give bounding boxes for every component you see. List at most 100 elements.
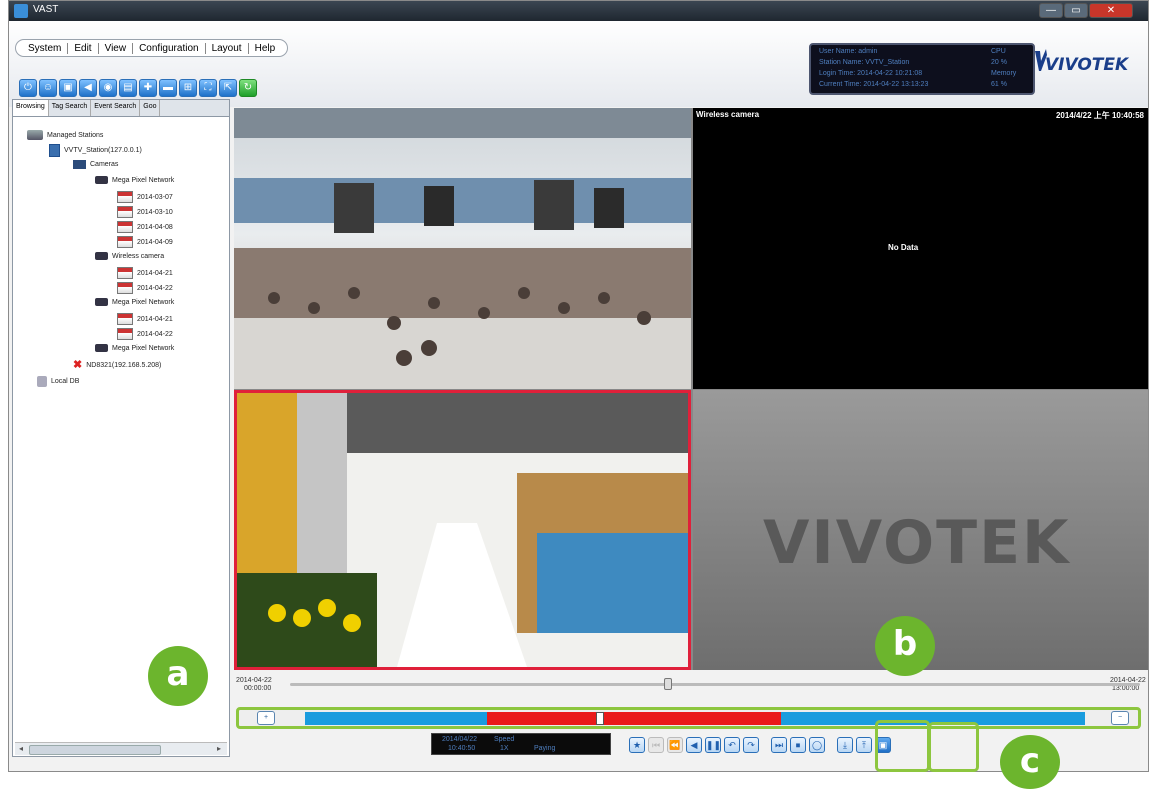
tree-clip[interactable]: 2014-04-22 bbox=[117, 282, 173, 294]
tree-camera-4[interactable]: Mega Pixel Network bbox=[95, 344, 174, 352]
tree-station[interactable]: VVTV_Station(127.0.0.1) bbox=[49, 144, 142, 157]
airport-scene-image bbox=[234, 108, 691, 389]
stop-icon[interactable]: ⏹ bbox=[790, 737, 806, 753]
tab-event-search[interactable]: Event Search bbox=[91, 100, 141, 116]
tree-label: 2014-03-07 bbox=[137, 193, 173, 201]
tree-clip[interactable]: 2014-03-10 bbox=[117, 206, 173, 218]
user-icon[interactable]: ☺ bbox=[39, 79, 57, 97]
scroll-thumb[interactable] bbox=[29, 745, 161, 755]
video-tile-wireless-camera[interactable]: Wireless camera 2014/4/22 上午 10:40:58 No… bbox=[693, 108, 1148, 389]
power-icon[interactable]: ⏻ bbox=[19, 79, 37, 97]
fullscreen-icon[interactable]: ⛶ bbox=[199, 79, 217, 97]
fast-icon[interactable]: ↷ bbox=[743, 737, 759, 753]
tree-label: Local DB bbox=[51, 378, 80, 385]
slider-knob[interactable] bbox=[664, 678, 672, 690]
clip-icon bbox=[117, 282, 133, 294]
refresh-icon[interactable]: ↻ bbox=[239, 79, 257, 97]
horizontal-scrollbar[interactable]: ◂ ▸ bbox=[15, 742, 227, 755]
tree-camera-3[interactable]: Mega Pixel Network bbox=[95, 298, 174, 306]
playback-cursor[interactable] bbox=[596, 712, 604, 725]
pause-icon[interactable]: ❚❚ bbox=[705, 737, 721, 753]
bookmark-star-icon[interactable]: ★ bbox=[629, 737, 645, 753]
database-icon bbox=[37, 376, 47, 387]
menu-configuration[interactable]: Configuration bbox=[133, 42, 206, 54]
sync-icon[interactable]: ◯ bbox=[809, 737, 825, 753]
tree-clip[interactable]: 2014-04-21 bbox=[117, 313, 173, 325]
status-station: Station Name: VVTV_Station bbox=[819, 59, 910, 66]
callout-b: b bbox=[875, 616, 935, 676]
zoom-out-button[interactable]: − bbox=[1111, 711, 1129, 725]
left-tabs: Browsing Tag Search Event Search Goo bbox=[13, 100, 229, 117]
print-icon[interactable]: ▤ bbox=[119, 79, 137, 97]
tree-clip[interactable]: 2014-03-07 bbox=[117, 191, 173, 203]
callout-b-label: b bbox=[892, 624, 918, 664]
tree-managed-stations[interactable]: Managed Stations bbox=[27, 130, 103, 140]
camera-icon bbox=[95, 176, 108, 184]
tab-browsing[interactable]: Browsing bbox=[13, 100, 49, 116]
export-icon[interactable]: ⇱ bbox=[219, 79, 237, 97]
close-button[interactable]: ✕ bbox=[1089, 3, 1133, 18]
next-frame-icon[interactable]: ⏭ bbox=[771, 737, 787, 753]
station-icon bbox=[27, 130, 43, 140]
tree-clip[interactable]: 2014-04-22 bbox=[117, 328, 173, 340]
menu-view[interactable]: View bbox=[99, 42, 134, 54]
zoom-in-button[interactable]: + bbox=[257, 711, 275, 725]
mark-start-icon[interactable]: ⤓ bbox=[837, 737, 853, 753]
callout-c: c bbox=[1000, 735, 1060, 789]
tree-label: Cameras bbox=[90, 161, 119, 168]
lock-icon[interactable]: ▣ bbox=[59, 79, 77, 97]
tree-clip[interactable]: 2014-04-21 bbox=[117, 267, 173, 279]
pin-icon[interactable]: ✚ bbox=[139, 79, 157, 97]
previous-frame-icon: ⏪ bbox=[667, 737, 683, 753]
tree-camera-1[interactable]: Mega Pixel Network bbox=[95, 176, 174, 184]
tree-clip[interactable]: 2014-04-09 bbox=[117, 236, 173, 248]
clip-icon bbox=[117, 267, 133, 279]
tree-label: 2014-04-21 bbox=[137, 315, 173, 323]
camera-icon bbox=[95, 298, 108, 306]
tree-clip[interactable]: 2014-04-08 bbox=[117, 221, 173, 233]
status-login-time: Login Time: 2014-04-22 10:21:08 bbox=[819, 70, 923, 77]
menu-edit[interactable]: Edit bbox=[68, 42, 99, 54]
scroll-right-icon[interactable]: ▸ bbox=[213, 743, 225, 755]
tree-cameras[interactable]: Cameras bbox=[73, 160, 118, 169]
tree-camera-2[interactable]: Wireless camera bbox=[95, 252, 164, 260]
reverse-play-icon[interactable]: ◀ bbox=[686, 737, 702, 753]
menu-help[interactable]: Help bbox=[249, 43, 282, 54]
cpu-label: CPU bbox=[991, 48, 1006, 55]
disconnected-icon: ✖ bbox=[73, 359, 83, 371]
status-user: User Name: admin bbox=[819, 48, 878, 55]
memory-label: Memory bbox=[991, 70, 1017, 77]
highlight-box-c1 bbox=[875, 720, 930, 772]
slow-icon[interactable]: ↶ bbox=[724, 737, 740, 753]
tab-goo[interactable]: Goo bbox=[140, 100, 161, 116]
tree-local-db[interactable]: Local DB bbox=[37, 376, 79, 387]
folder-icon bbox=[73, 160, 86, 169]
camera-icon[interactable]: ▬ bbox=[159, 79, 177, 97]
menu-bar: System Edit View Configuration Layout He… bbox=[15, 39, 289, 57]
tree-label: 2014-04-22 bbox=[137, 330, 173, 338]
callout-a: a bbox=[148, 646, 208, 706]
minimize-button[interactable]: — bbox=[1039, 3, 1063, 18]
tree-label: 2014-04-22 bbox=[137, 284, 173, 292]
speaker-icon[interactable]: ◀ bbox=[79, 79, 97, 97]
tree-label: Managed Stations bbox=[47, 131, 104, 139]
mark-end-icon[interactable]: ⤒ bbox=[856, 737, 872, 753]
time-range-slider[interactable] bbox=[290, 678, 1140, 690]
clip-icon bbox=[117, 221, 133, 233]
tab-tag-search[interactable]: Tag Search bbox=[49, 100, 92, 116]
grid-icon[interactable]: ⊞ bbox=[179, 79, 197, 97]
video-tile-supermarket[interactable] bbox=[234, 390, 691, 670]
no-data-label: No Data bbox=[888, 243, 919, 252]
menu-system[interactable]: System bbox=[22, 42, 69, 54]
video-tile-airport[interactable] bbox=[234, 108, 691, 389]
menu-layout[interactable]: Layout bbox=[206, 42, 249, 54]
snapshot-icon[interactable]: ◉ bbox=[99, 79, 117, 97]
app-icon bbox=[14, 4, 28, 18]
scroll-left-icon[interactable]: ◂ bbox=[15, 743, 27, 755]
maximize-button[interactable]: ▭ bbox=[1064, 3, 1088, 18]
tree-nvr[interactable]: ✖ ND8321(192.168.5.208) bbox=[73, 359, 161, 371]
memory-value: 61 % bbox=[991, 81, 1007, 88]
tree-label: Mega Pixel Network bbox=[112, 344, 175, 352]
status-panel: User Name: admin Station Name: VVTV_Stat… bbox=[809, 43, 1035, 95]
